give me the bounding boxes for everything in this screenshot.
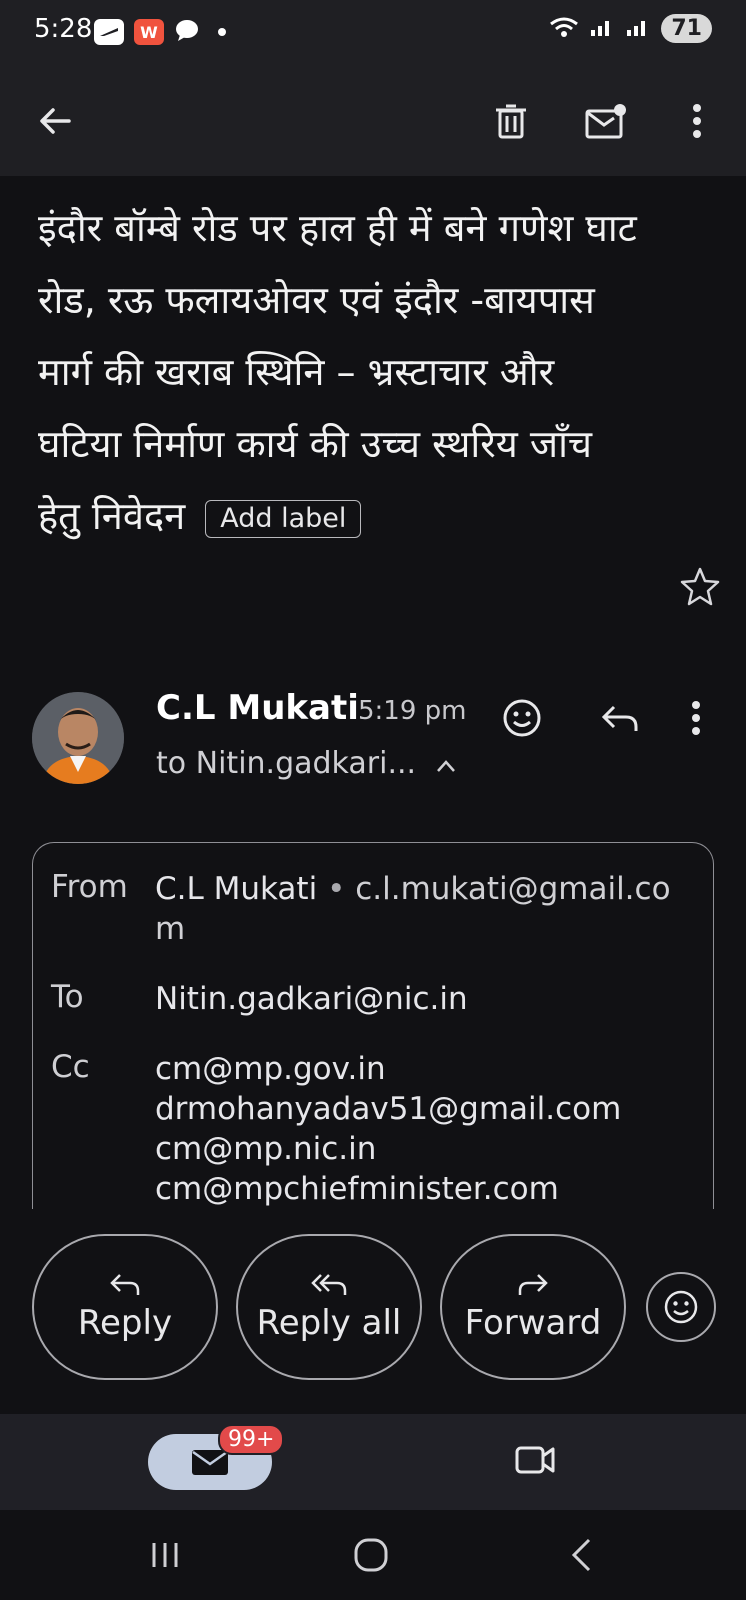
sender-name[interactable]: C.L Mukati [156, 688, 359, 728]
system-status: 71 [549, 14, 712, 43]
more-vertical-icon [692, 701, 700, 735]
subject-text: इंदौर बॉम्बे रोड पर हाल ही में बने गणेश … [38, 206, 637, 538]
message-more-button[interactable] [676, 690, 716, 746]
chevron-up-icon [436, 746, 456, 781]
delete-button[interactable] [486, 96, 536, 146]
battery-level: 71 [661, 14, 712, 43]
signal-icon-2 [625, 16, 651, 42]
reply-all-button[interactable]: Reply all [236, 1234, 422, 1380]
reply-all-icon [311, 1274, 347, 1295]
reply-icon [110, 1274, 140, 1295]
unread-badge: 99+ [218, 1424, 285, 1455]
action-row: Reply Reply all Forward [0, 1234, 746, 1384]
sent-time: 5:19 pm [358, 696, 467, 726]
trash-icon [496, 104, 526, 139]
from-value: C.L Mukati • c.l.mukati@gmail.com [155, 871, 671, 947]
email-subject: इंदौर बॉम्बे रोड पर हाल ही में बने गणेश … [38, 192, 638, 552]
recent-apps-button[interactable] [140, 1530, 190, 1580]
video-camera-icon [515, 1446, 555, 1474]
add-label-button[interactable]: Add label [205, 499, 362, 538]
recipients-summary[interactable]: to Nitin.gadkari... [156, 746, 456, 781]
back-nav-button[interactable] [556, 1530, 606, 1580]
to-label: To [51, 979, 84, 1015]
wifi-icon [549, 16, 579, 42]
notification-icons: W [94, 18, 226, 46]
from-name: C.L Mukati [155, 871, 318, 907]
cc-address[interactable]: cm@mpchiefminister.com [155, 1169, 695, 1209]
smiley-icon [664, 1290, 698, 1324]
subject-area: इंदौर बॉम्बे रोड पर हाल ही में बने गणेश … [0, 176, 746, 666]
message-details: From C.L Mukati • c.l.mukati@gmail.com T… [32, 842, 714, 1209]
signal-icon [589, 16, 615, 42]
forward-icon [518, 1274, 548, 1295]
forward-label: Forward [464, 1303, 602, 1343]
chevron-left-icon [571, 1538, 591, 1572]
status-bar: 5:28 W 71 [0, 0, 746, 68]
cc-label: Cc [51, 1049, 90, 1085]
sender-avatar-image [32, 692, 124, 784]
mark-unread-button[interactable] [580, 96, 630, 146]
status-time: 5:28 [34, 14, 93, 44]
recent-apps-icon [152, 1543, 178, 1567]
avatar[interactable] [32, 692, 124, 784]
smiley-icon [503, 699, 541, 737]
forward-button[interactable]: Forward [440, 1234, 626, 1380]
chat-bubble-icon [174, 18, 202, 46]
reply-icon [601, 705, 638, 731]
bottom-nav: 99+ [0, 1414, 746, 1510]
star-icon [680, 567, 720, 606]
star-button[interactable] [680, 566, 720, 610]
arrow-left-icon [40, 108, 71, 134]
reply-label: Reply [77, 1303, 173, 1343]
reply-button[interactable]: Reply [32, 1234, 218, 1380]
cc-list: cm@mp.gov.in drmohanyadav51@gmail.com cm… [155, 1049, 695, 1209]
from-label: From [51, 869, 128, 905]
home-icon [354, 1538, 388, 1572]
meet-tab[interactable] [514, 1442, 556, 1480]
to-value[interactable]: Nitin.gadkari@nic.in [155, 979, 695, 1019]
more-vertical-icon [693, 104, 701, 138]
wps-office-icon: W [134, 19, 164, 45]
react-emoji-button[interactable] [494, 690, 550, 746]
more-options-button[interactable] [672, 96, 722, 146]
email-toolbar [0, 68, 746, 176]
cc-address[interactable]: cm@mp.nic.in [155, 1129, 695, 1169]
reply-all-label: Reply all [256, 1303, 402, 1343]
system-nav [0, 1510, 746, 1600]
reply-icon-button[interactable] [592, 690, 648, 746]
app-notification-icon [94, 19, 124, 45]
recipients-text: to Nitin.gadkari... [156, 746, 417, 781]
cc-address[interactable]: drmohanyadav51@gmail.com [155, 1089, 695, 1129]
more-notifications-dot [218, 28, 226, 36]
back-button[interactable] [30, 96, 80, 146]
emoji-reaction-button[interactable] [646, 1272, 716, 1342]
mail-unread-icon [585, 104, 626, 139]
cc-address[interactable]: cm@mp.gov.in [155, 1049, 695, 1089]
home-button[interactable] [346, 1530, 396, 1580]
